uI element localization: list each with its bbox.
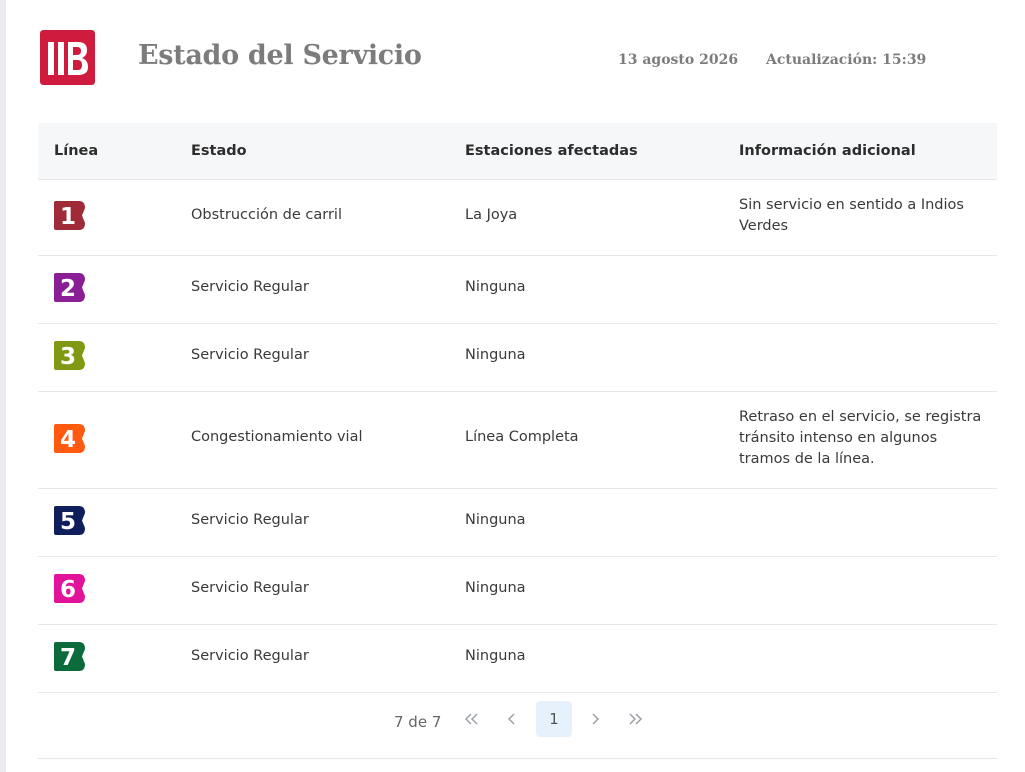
table-row: 1 Obstrucción de carril La Joya Sin servici… [38, 180, 997, 256]
affected-stations-text: Ninguna [465, 512, 526, 528]
next-page-button[interactable] [583, 707, 607, 731]
affected-stations-text: La Joya [465, 207, 518, 223]
line-number: 3 [60, 344, 76, 370]
status-text: Servicio Regular [191, 279, 309, 295]
table-row: 3 Servicio Regular Ninguna [38, 324, 997, 392]
status-text: Servicio Regular [191, 580, 309, 596]
affected-stations-text: Ninguna [465, 648, 526, 664]
current-date: 13 agosto 2026 [618, 52, 739, 68]
status-text: Servicio Regular [191, 347, 309, 363]
additional-info-text: Sin servicio en sentido a Indios Verdes [739, 197, 964, 234]
affected-stations-text: Ninguna [465, 279, 526, 295]
first-page-button[interactable] [460, 707, 484, 731]
table-row: 7 Servicio Regular Ninguna [38, 625, 997, 693]
line-1-badge-icon: 1 [54, 201, 85, 230]
affected-stations-text: Línea Completa [465, 429, 579, 445]
column-header-info: Información adicional [739, 143, 916, 159]
page-header: Estado del Servicio 13 agosto 2026 Actua… [0, 0, 1025, 120]
pagination-count: 7 de 7 [394, 713, 442, 731]
table-row: 6 Servicio Regular Ninguna [38, 557, 997, 625]
status-text: Congestionamiento vial [191, 429, 363, 445]
column-header-line: Línea [54, 143, 99, 159]
status-text: Obstrucción de carril [191, 207, 342, 223]
line-6-badge-icon: 6 [54, 574, 85, 603]
line-number: 2 [60, 276, 76, 302]
status-text: Servicio Regular [191, 512, 309, 528]
chevron-left-icon [507, 713, 515, 725]
line-number: 6 [60, 577, 76, 603]
status-text: Servicio Regular [191, 648, 309, 664]
last-update: Actualización: 15:39 [766, 52, 927, 68]
line-5-badge-icon: 5 [54, 506, 85, 535]
line-number: 5 [60, 509, 76, 535]
metrobus-logo-icon [40, 30, 95, 85]
line-4-badge-icon: 4 [54, 424, 85, 453]
line-number: 7 [60, 645, 76, 671]
double-chevron-right-icon [629, 713, 643, 725]
line-number: 1 [60, 204, 76, 230]
table-row: 2 Servicio Regular Ninguna [38, 256, 997, 324]
column-header-stations: Estaciones afectadas [465, 143, 638, 159]
service-status-table: Línea Estado Estaciones afectadas Inform… [38, 123, 997, 693]
line-number: 4 [60, 427, 76, 453]
affected-stations-text: Ninguna [465, 580, 526, 596]
double-chevron-left-icon [464, 713, 478, 725]
page-title: Estado del Servicio [138, 40, 422, 71]
previous-page-button[interactable] [500, 707, 524, 731]
page-1-button[interactable]: 1 [536, 701, 572, 737]
pagination: 7 de 7 1 [38, 685, 997, 759]
table-header: Línea Estado Estaciones afectadas Inform… [38, 123, 997, 180]
table-row: 4 Congestionamiento vial Línea Completa Ret… [38, 392, 997, 489]
column-header-status: Estado [191, 143, 247, 159]
line-7-badge-icon: 7 [54, 642, 85, 671]
additional-info-text: Retraso en el servicio, se registra trán… [739, 409, 982, 467]
affected-stations-text: Ninguna [465, 347, 526, 363]
line-2-badge-icon: 2 [54, 273, 85, 302]
table-row: 5 Servicio Regular Ninguna [38, 489, 997, 557]
line-3-badge-icon: 3 [54, 341, 85, 370]
last-page-button[interactable] [623, 707, 647, 731]
chevron-right-icon [592, 713, 600, 725]
